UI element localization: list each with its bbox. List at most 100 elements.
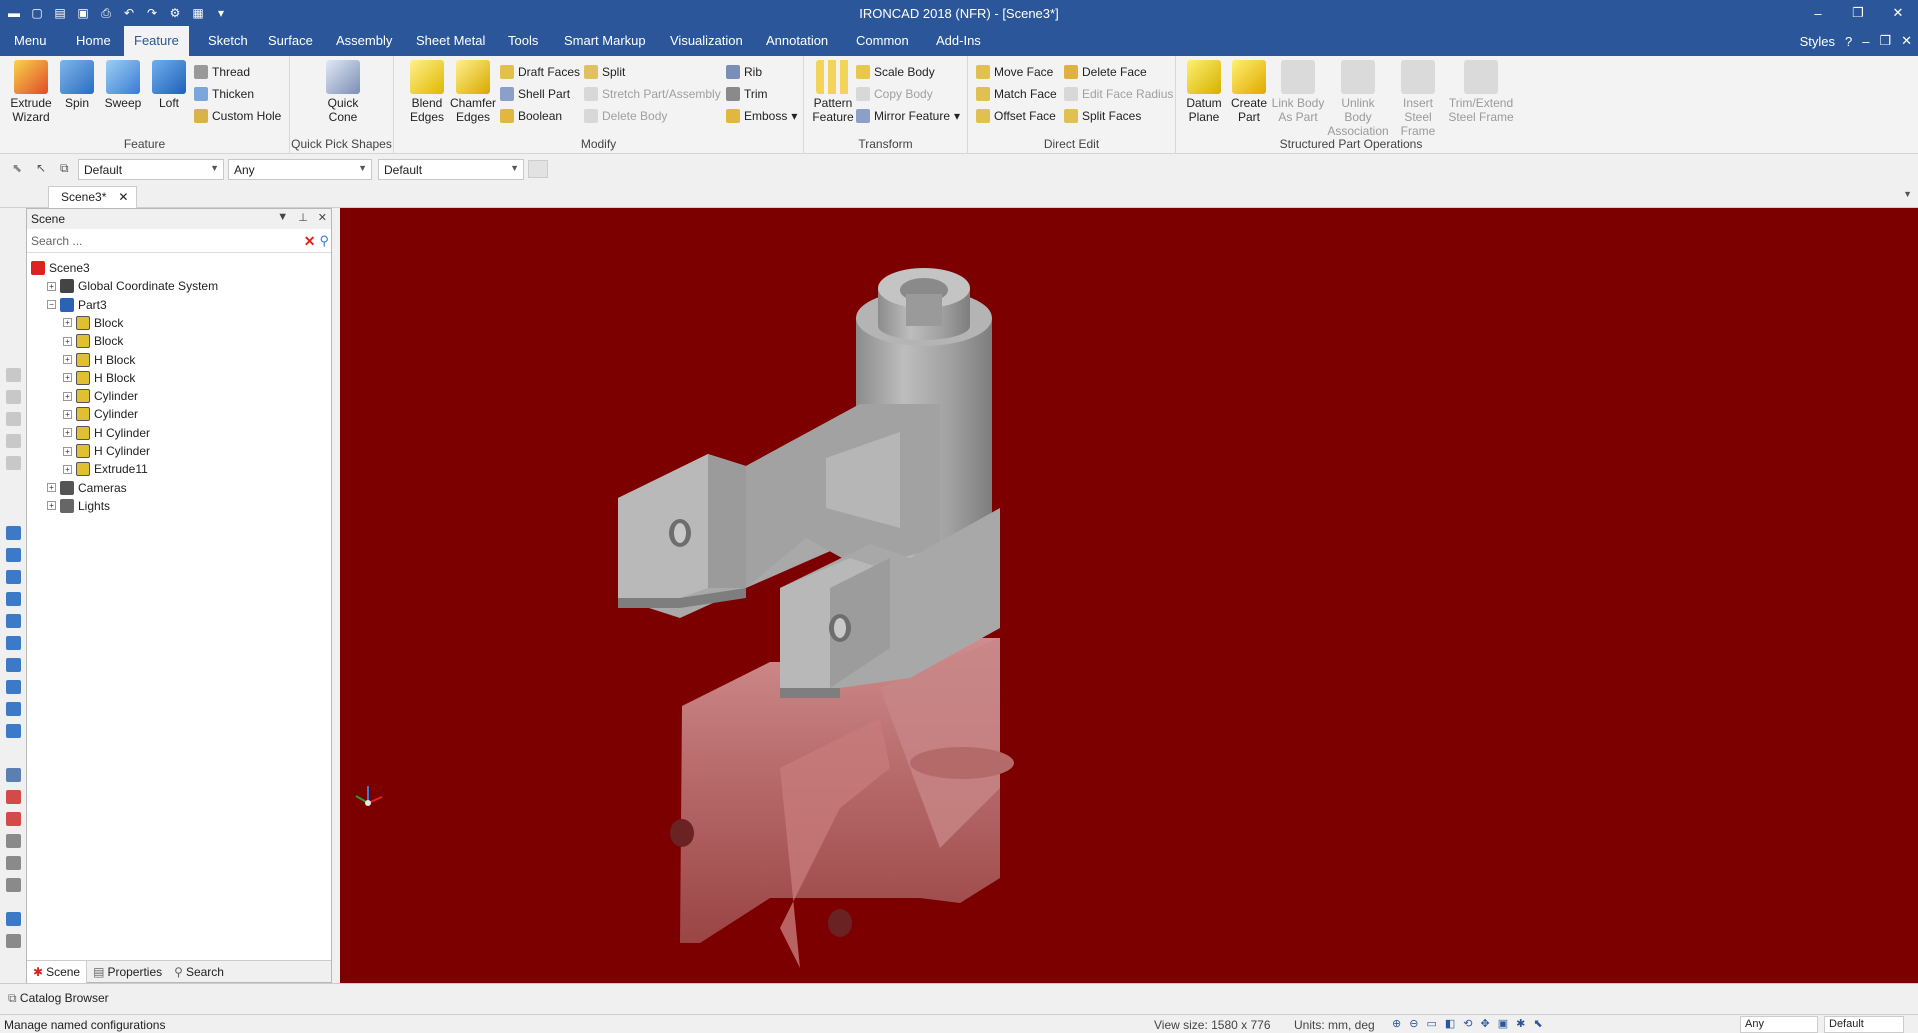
- sketch-icon[interactable]: [6, 912, 21, 926]
- expand-toggle-icon[interactable]: +: [63, 409, 72, 419]
- tree-node[interactable]: + Extrude11: [63, 460, 148, 478]
- mirror-feature-button[interactable]: Mirror Feature ▾: [856, 106, 960, 126]
- view-icon[interactable]: [6, 680, 21, 694]
- trim-button[interactable]: Trim: [726, 84, 768, 104]
- light-icon[interactable]: ✱: [1516, 1017, 1525, 1030]
- stretch-part-button[interactable]: Stretch Part/Assembly: [584, 84, 721, 104]
- help-icon[interactable]: ?: [1845, 34, 1852, 49]
- tree-node[interactable]: − Part3: [47, 296, 107, 314]
- extrude-wizard-button[interactable]: Extrude Wizard: [8, 60, 54, 124]
- expand-toggle-icon[interactable]: +: [63, 446, 72, 456]
- tab-menu[interactable]: Menu: [4, 26, 57, 56]
- tool-icon[interactable]: [6, 412, 21, 426]
- boolean-button[interactable]: Boolean: [500, 106, 562, 126]
- styles-menu[interactable]: Styles: [1800, 34, 1835, 49]
- expand-toggle-icon[interactable]: +: [63, 318, 72, 328]
- render-mode-icon[interactable]: ◧: [1445, 1017, 1455, 1030]
- create-part-button[interactable]: Create Part: [1228, 60, 1270, 124]
- mirror-dropdown-icon[interactable]: ▾: [954, 109, 960, 123]
- pointer-icon[interactable]: ⬉: [1533, 1017, 1542, 1030]
- view-icon[interactable]: [6, 636, 21, 650]
- chamfer-edges-button[interactable]: Chamfer Edges: [450, 60, 496, 124]
- minimize-button[interactable]: –: [1798, 0, 1838, 26]
- tree-node[interactable]: + H Cylinder: [63, 442, 150, 460]
- 3d-viewport[interactable]: [340, 208, 1918, 983]
- catalog-browser-bar[interactable]: ⧉ Catalog Browser: [0, 983, 1918, 1011]
- rotate-icon[interactable]: ⟲: [1463, 1017, 1472, 1030]
- selection-filter-combo[interactable]: Any ▼: [228, 159, 372, 180]
- datum-plane-button[interactable]: Datum Plane: [1180, 60, 1228, 124]
- footer-tab-search[interactable]: ⚲ Search: [168, 961, 230, 983]
- filter-icon[interactable]: ⧉: [60, 161, 69, 176]
- render-icon[interactable]: [6, 790, 21, 804]
- unlink-body-button[interactable]: Unlink Body Association: [1326, 60, 1390, 138]
- expand-toggle-icon[interactable]: +: [63, 355, 72, 364]
- loft-button[interactable]: Loft: [146, 60, 192, 110]
- render-icon[interactable]: [6, 812, 21, 826]
- view-icon[interactable]: [6, 702, 21, 716]
- tool-icon[interactable]: [6, 456, 21, 470]
- select-icon[interactable]: ↖: [36, 161, 46, 175]
- offset-face-button[interactable]: Offset Face: [976, 106, 1056, 126]
- tab-visualization[interactable]: Visualization: [660, 26, 753, 56]
- rotate-icon[interactable]: [6, 878, 21, 892]
- view-icon[interactable]: [6, 548, 21, 562]
- expand-toggle-icon[interactable]: +: [47, 483, 56, 493]
- tab-assembly[interactable]: Assembly: [326, 26, 402, 56]
- blend-edges-button[interactable]: Blend Edges: [404, 60, 450, 124]
- close-button[interactable]: ✕: [1878, 0, 1918, 26]
- angle-icon[interactable]: [6, 834, 21, 848]
- document-tab-scene3[interactable]: Scene3* ✕: [48, 186, 138, 208]
- tab-feature[interactable]: Feature: [124, 26, 189, 56]
- search-filter-icon[interactable]: ⚲: [319, 233, 329, 250]
- style-combo[interactable]: Default ▼: [378, 159, 524, 180]
- tree-node[interactable]: + Lights: [47, 497, 110, 515]
- split-button[interactable]: Split: [584, 62, 625, 82]
- thread-button[interactable]: Thread: [194, 62, 250, 82]
- close-tab-icon[interactable]: ✕: [118, 190, 128, 208]
- ruler-icon[interactable]: [6, 934, 21, 948]
- match-face-button[interactable]: Match Face: [976, 84, 1057, 104]
- draft-faces-button[interactable]: Draft Faces: [500, 62, 580, 82]
- view-icon[interactable]: [6, 592, 21, 606]
- toolbar-extra-button[interactable]: [528, 160, 548, 178]
- thicken-button[interactable]: Thicken: [194, 84, 254, 104]
- pointer-icon[interactable]: ⬉: [12, 161, 22, 175]
- view-icon[interactable]: [6, 658, 21, 672]
- delete-face-button[interactable]: Delete Face: [1064, 62, 1147, 82]
- expand-toggle-icon[interactable]: +: [47, 281, 56, 291]
- tree-node[interactable]: + Cameras: [47, 479, 127, 497]
- rib-button[interactable]: Rib: [726, 62, 762, 82]
- sweep-button[interactable]: Sweep: [100, 60, 146, 110]
- expand-toggle-icon[interactable]: +: [63, 464, 72, 474]
- panel-menu-icon[interactable]: ▼: [277, 211, 288, 224]
- zoom-icon[interactable]: ⊕: [1392, 1017, 1401, 1030]
- tab-add-ins[interactable]: Add-Ins: [926, 26, 991, 56]
- tree-node[interactable]: + Block: [63, 332, 123, 350]
- copy-body-button[interactable]: Copy Body: [856, 84, 933, 104]
- ribbon-restore-icon[interactable]: ❐: [1879, 33, 1891, 49]
- tool-icon[interactable]: [6, 434, 21, 448]
- tab-tools[interactable]: Tools: [498, 26, 548, 56]
- tree-node[interactable]: + H Block: [63, 369, 135, 387]
- expand-toggle-icon[interactable]: −: [47, 300, 56, 310]
- expand-toggle-icon[interactable]: +: [63, 336, 72, 346]
- scale-body-button[interactable]: Scale Body: [856, 62, 935, 82]
- configuration-combo[interactable]: Default ▼: [78, 159, 224, 180]
- trim-steel-frame-button[interactable]: Trim/Extend Steel Frame: [1446, 60, 1516, 124]
- panel-close-icon[interactable]: ✕: [318, 211, 327, 224]
- tab-common[interactable]: Common: [846, 26, 919, 56]
- box-icon[interactable]: ▣: [1498, 1017, 1508, 1030]
- link-body-button[interactable]: Link Body As Part: [1270, 60, 1326, 124]
- restore-button[interactable]: ❐: [1838, 0, 1878, 26]
- tab-smart-markup[interactable]: Smart Markup: [554, 26, 656, 56]
- ribbon-minimize-icon[interactable]: –: [1862, 34, 1869, 49]
- tree-node[interactable]: + H Block: [63, 351, 135, 369]
- delete-body-button[interactable]: Delete Body: [584, 106, 667, 126]
- tree-node[interactable]: + Cylinder: [63, 405, 138, 423]
- footer-tab-properties[interactable]: ▤ Properties: [87, 961, 168, 983]
- tab-home[interactable]: Home: [66, 26, 121, 56]
- emboss-button[interactable]: Emboss ▾: [726, 106, 797, 126]
- ribbon-close-icon[interactable]: ✕: [1901, 33, 1912, 49]
- expand-toggle-icon[interactable]: +: [63, 428, 72, 438]
